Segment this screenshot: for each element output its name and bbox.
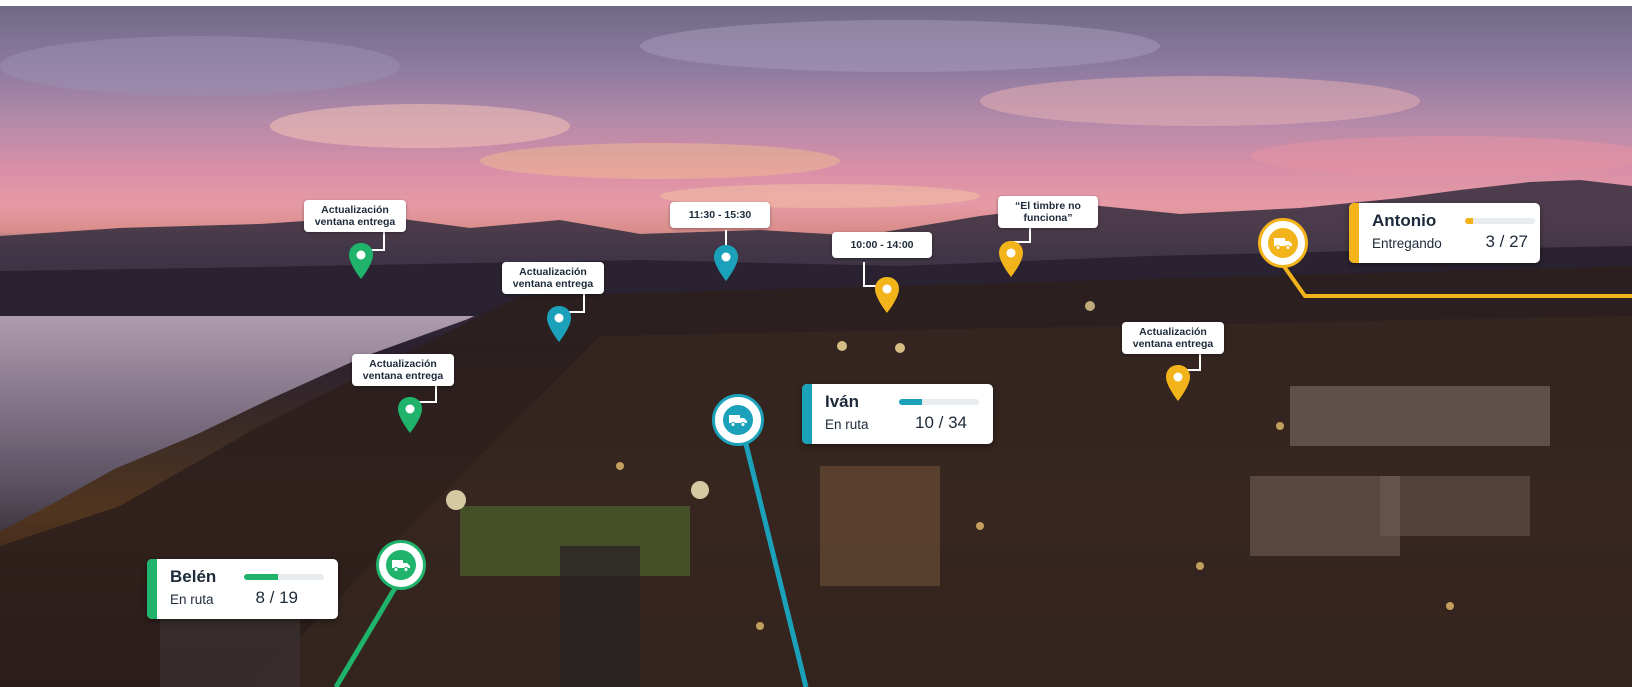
truck-icon — [1268, 228, 1298, 258]
time-window-label: 10:00 - 14:00 — [832, 232, 932, 258]
delivery-count: 3 / 27 — [1485, 232, 1528, 251]
progress-bar — [899, 399, 979, 405]
map-pin-icon[interactable] — [397, 396, 423, 434]
delivery-window-label: Actualización ventana entrega — [1122, 322, 1224, 354]
progress-fill — [1465, 218, 1473, 224]
truck-icon — [386, 550, 416, 580]
progress-fill — [899, 399, 923, 405]
progress-bar — [1465, 218, 1535, 224]
progress-fill — [244, 574, 278, 580]
truck-marker-antonio[interactable] — [1258, 218, 1308, 268]
map-pin-icon[interactable] — [1165, 364, 1191, 402]
truck-icon — [723, 405, 753, 435]
status-color-bar — [1349, 203, 1359, 263]
driver-status: Entregando — [1372, 236, 1442, 251]
truck-marker-belen[interactable] — [376, 540, 426, 590]
status-color-bar — [802, 384, 812, 444]
driver-name: Belén — [170, 567, 217, 586]
status-color-bar — [147, 559, 157, 619]
driver-card-ivan[interactable]: Iván En ruta 10 / 34 — [802, 384, 993, 444]
delivery-window-label: Actualización ventana entrega — [304, 200, 406, 232]
customer-note-label: “El timbre no funciona” — [998, 196, 1098, 228]
truck-marker-ivan[interactable] — [712, 394, 764, 446]
map-pin-icon[interactable] — [546, 305, 572, 343]
map-pin-icon[interactable] — [998, 240, 1024, 278]
delivery-window-label: Actualización ventana entrega — [502, 262, 604, 294]
delivery-count: 10 / 34 — [915, 413, 967, 432]
driver-card-antonio[interactable]: Antonio Entregando 3 / 27 — [1349, 203, 1540, 263]
progress-bar — [244, 574, 324, 580]
driver-name: Iván — [825, 392, 860, 411]
time-window-label: 11:30 - 15:30 — [670, 202, 770, 228]
driver-status: En ruta — [825, 417, 869, 432]
map-pin-icon[interactable] — [874, 276, 900, 314]
map-pin-icon[interactable] — [713, 244, 739, 282]
driver-status: En ruta — [170, 592, 214, 607]
delivery-window-label: Actualización ventana entrega — [352, 354, 454, 386]
delivery-count: 8 / 19 — [255, 588, 298, 607]
driver-card-belen[interactable]: Belén En ruta 8 / 19 — [147, 559, 338, 619]
map-pin-icon[interactable] — [348, 242, 374, 280]
driver-name: Antonio — [1372, 211, 1437, 230]
